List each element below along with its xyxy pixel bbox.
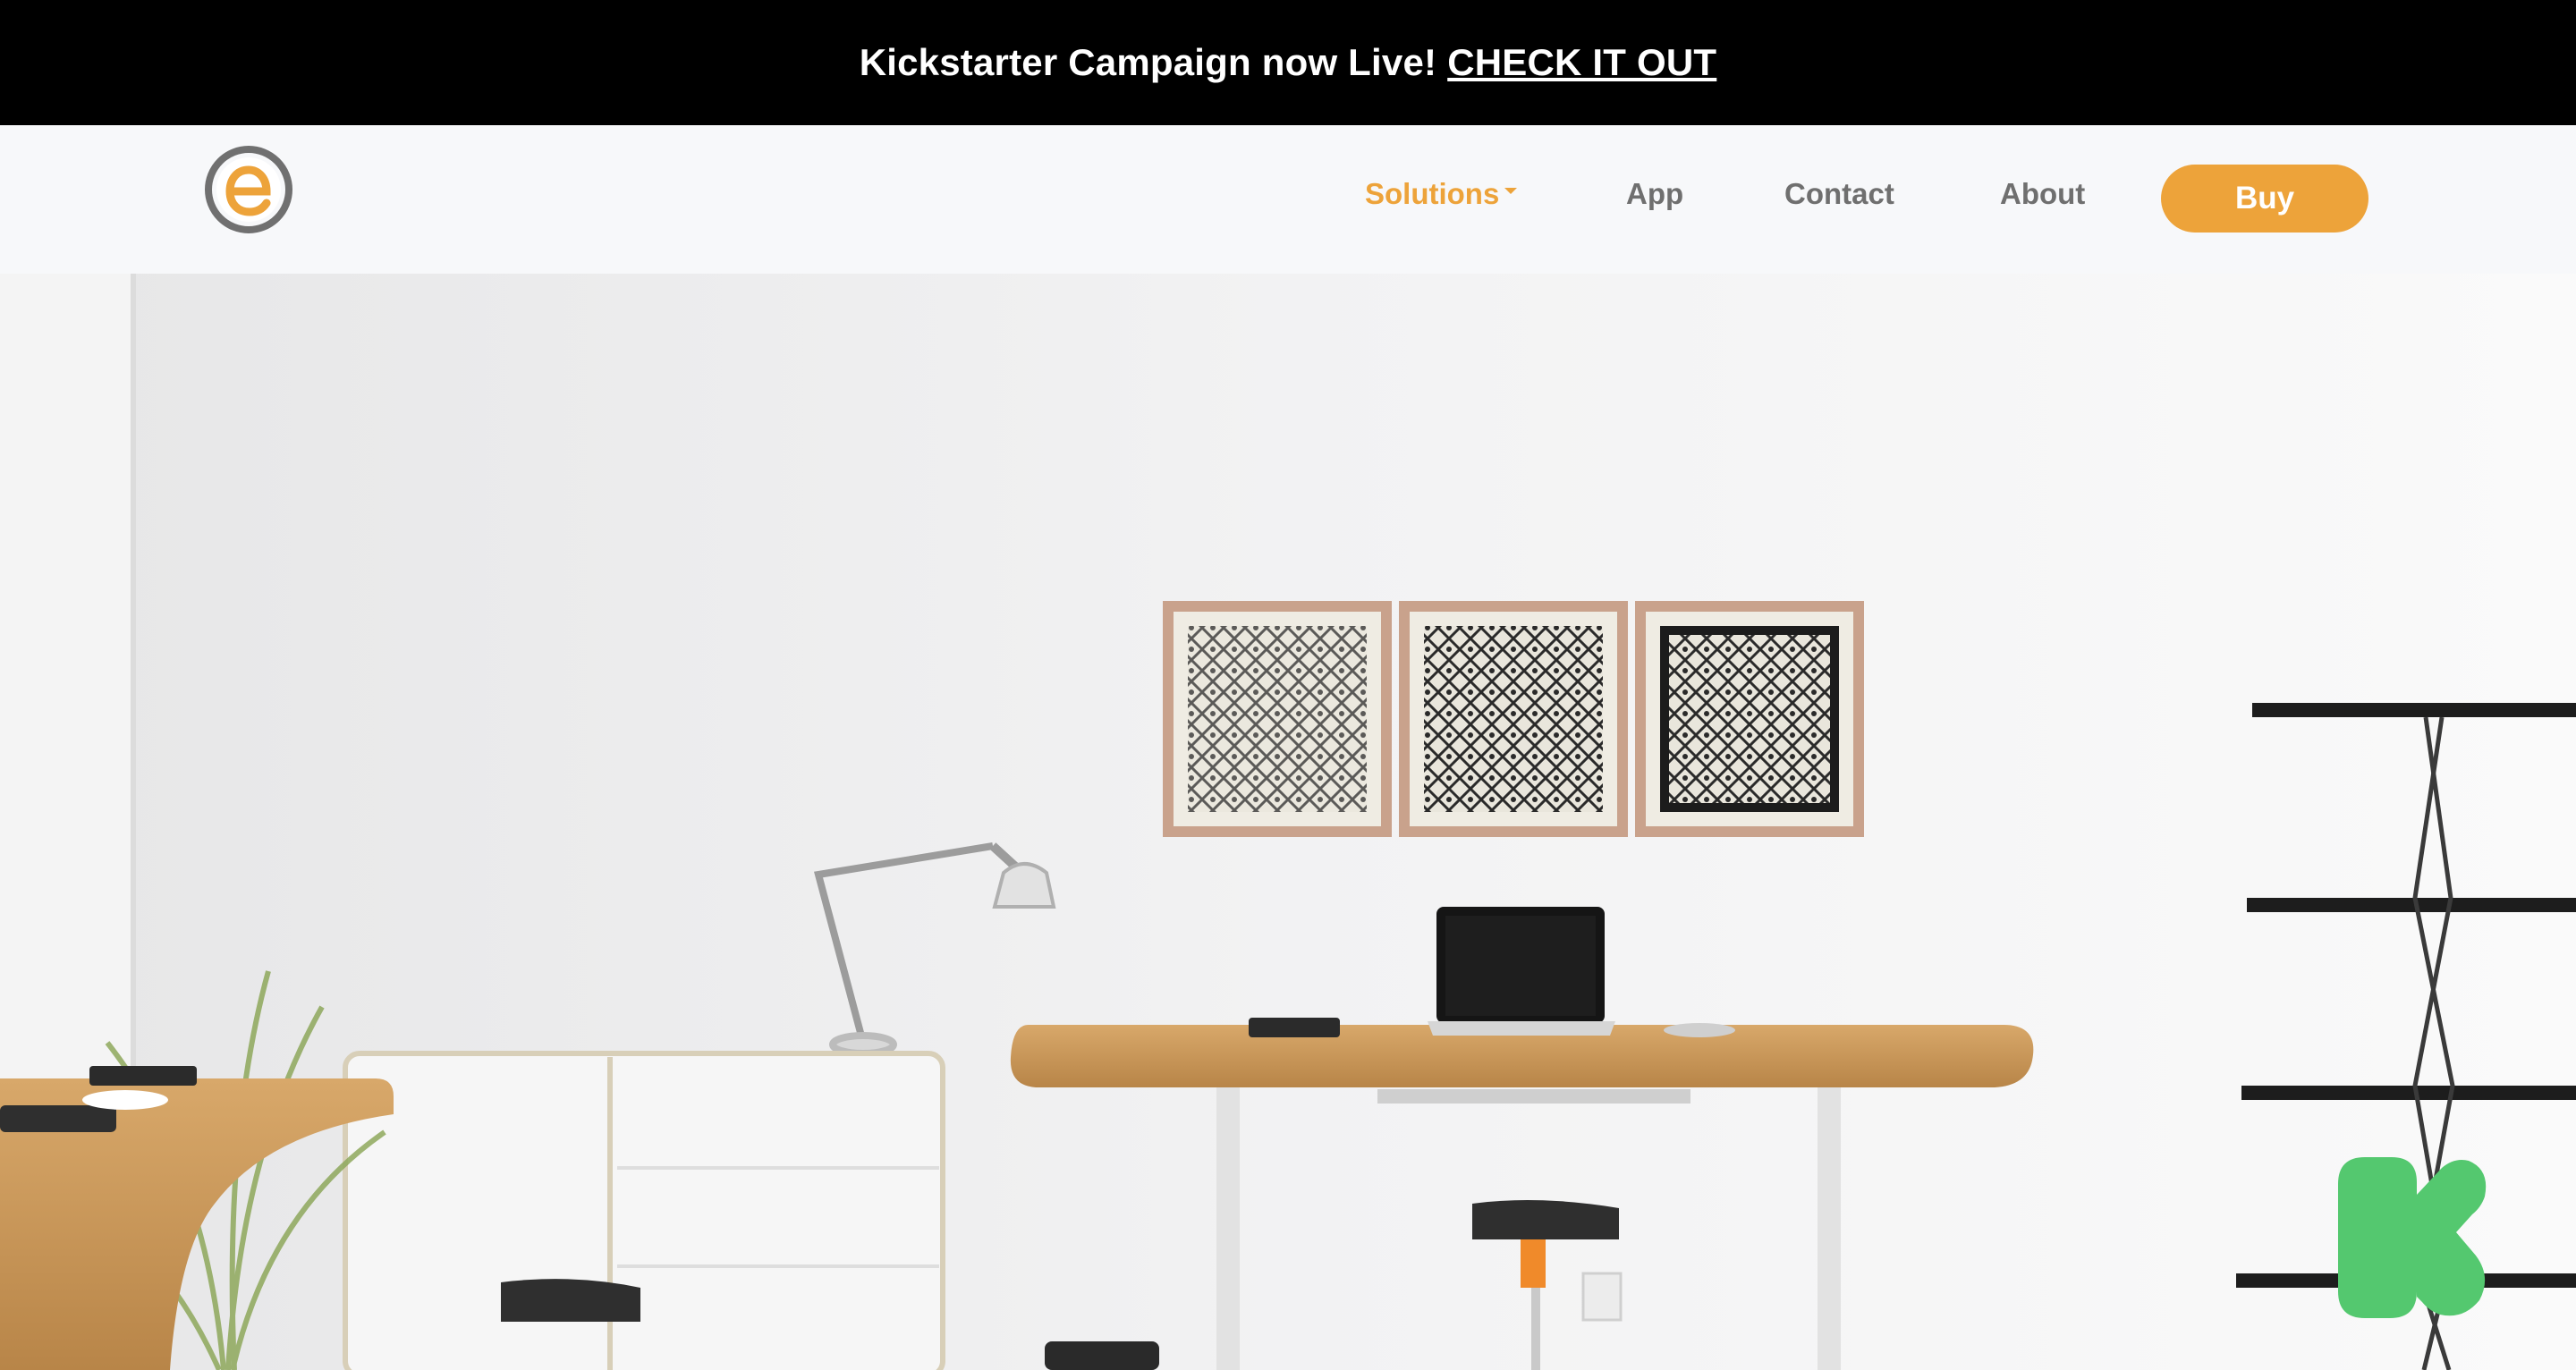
buy-button[interactable]: Buy [2161,165,2368,233]
office-scene [0,274,2576,1370]
laptop-icon [1428,907,1615,1036]
nav-app[interactable]: App [1626,177,1683,211]
nav-contact[interactable]: Contact [1784,177,1894,211]
wall-art-icon [1163,601,1864,837]
nav-about[interactable]: About [2000,177,2085,211]
kickstarter-k-icon[interactable] [2329,1157,2490,1318]
nav-solutions-label: Solutions [1365,177,1500,210]
chevron-down-icon [1504,187,1518,194]
nav-solutions[interactable]: Solutions [1365,177,1518,211]
check-it-out-link[interactable]: CHECK IT OUT [1447,41,1716,84]
announcement-text: Kickstarter Campaign now Live! [859,41,1437,83]
navbar: Solutions App Contact About Buy [0,125,2576,274]
hero-image [0,274,2576,1370]
logo-icon[interactable] [204,145,293,234]
announcement-bar: Kickstarter Campaign now Live! CHECK IT … [0,0,2576,125]
